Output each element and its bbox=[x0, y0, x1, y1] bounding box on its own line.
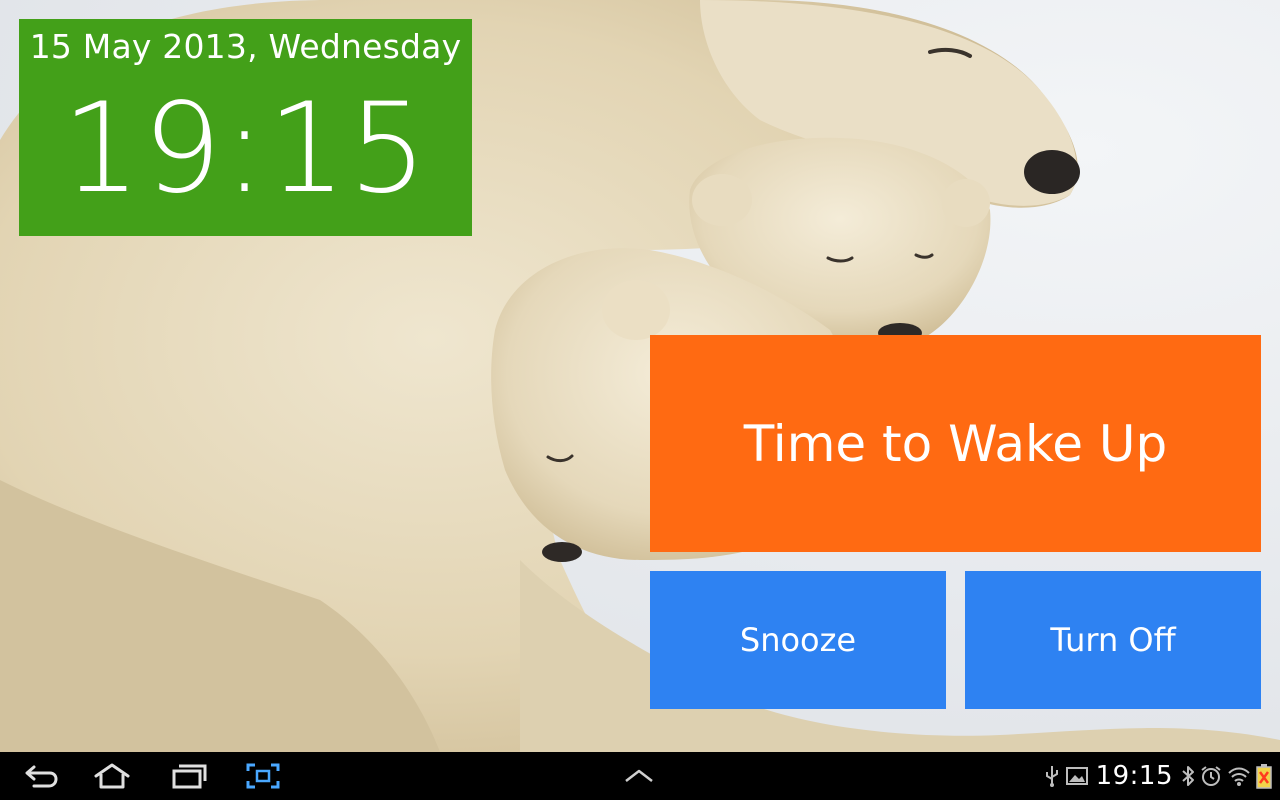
recent-apps-icon bbox=[172, 764, 207, 789]
status-area[interactable]: 19:15 bbox=[1043, 752, 1272, 800]
status-time: 19:15 bbox=[1095, 761, 1173, 791]
home-button[interactable] bbox=[86, 758, 138, 794]
chevron-up-icon bbox=[625, 769, 653, 782]
home-icon bbox=[94, 763, 130, 789]
system-bar: 19:15 bbox=[0, 752, 1280, 800]
screenshot-icon bbox=[246, 763, 280, 789]
screenshot-button[interactable] bbox=[237, 758, 289, 794]
alarm-message: Time to Wake Up bbox=[650, 335, 1261, 552]
turn-off-button[interactable]: Turn Off bbox=[965, 571, 1261, 709]
alarm-screen: 15 May 2013, Wednesday 19:15 Time to Wak… bbox=[0, 0, 1280, 800]
wifi-icon bbox=[1227, 765, 1251, 787]
back-button[interactable] bbox=[14, 758, 66, 794]
snooze-button[interactable]: Snooze bbox=[650, 571, 946, 709]
clock-widget[interactable]: 15 May 2013, Wednesday 19:15 bbox=[19, 19, 472, 236]
alarm-clock-icon bbox=[1200, 765, 1222, 787]
quick-panel-button[interactable] bbox=[613, 758, 665, 794]
back-icon bbox=[25, 765, 58, 788]
clock-time: 19:15 bbox=[61, 77, 430, 221]
bluetooth-icon bbox=[1181, 765, 1195, 787]
clock-date: 15 May 2013, Wednesday bbox=[29, 27, 462, 66]
recent-apps-button[interactable] bbox=[163, 758, 215, 794]
battery-charging-icon bbox=[1256, 763, 1272, 789]
gallery-icon bbox=[1065, 766, 1088, 786]
usb-icon bbox=[1043, 764, 1061, 788]
